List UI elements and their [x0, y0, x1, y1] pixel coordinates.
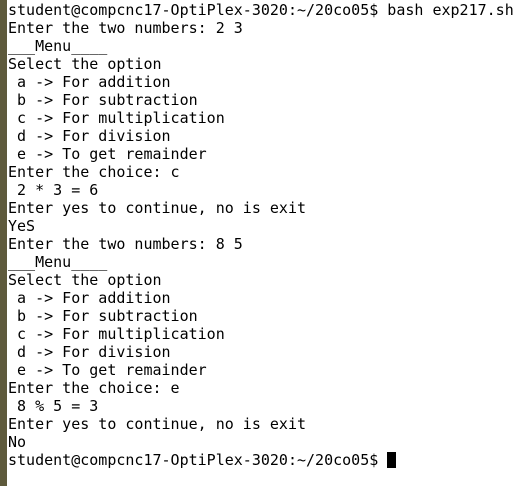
terminal-line: b -> For subtraction	[8, 91, 198, 109]
terminal-line: Enter the two numbers: 8 5	[8, 235, 243, 253]
text-cursor	[387, 452, 397, 468]
terminal-line: Enter the choice: c	[8, 163, 180, 181]
terminal-line: c -> For multiplication	[8, 109, 225, 127]
terminal-line: Enter the choice: e	[8, 379, 180, 397]
terminal-line: YeS	[8, 217, 36, 235]
terminal-line: ___Menu____	[8, 253, 108, 271]
terminal-line: d -> For division	[8, 127, 171, 145]
terminal-line: Enter the two numbers: 2 3	[8, 19, 243, 37]
terminal-line: 8 % 5 = 3	[8, 397, 99, 415]
shell-prompt: student@compcnc17-OptiPlex-3020:~/20co05…	[8, 451, 379, 469]
terminal-line: e -> To get remainder	[8, 361, 207, 379]
terminal-line: No	[8, 433, 27, 451]
terminal-line: Enter yes to continue, no is exit	[8, 199, 307, 217]
terminal-line: d -> For division	[8, 343, 171, 361]
terminal-line: 2 * 3 = 6	[8, 181, 99, 199]
terminal-line: b -> For subtraction	[8, 307, 198, 325]
terminal-line: e -> To get remainder	[8, 145, 207, 163]
terminal-line: student@compcnc17-OptiPlex-3020:~/20co05…	[8, 1, 514, 19]
terminal-line: Select the option	[8, 55, 162, 73]
terminal-line: Enter yes to continue, no is exit	[8, 415, 307, 433]
window-edge	[0, 0, 7, 486]
terminal-line: c -> For multiplication	[8, 325, 225, 343]
terminal-line: a -> For addition	[8, 73, 171, 91]
terminal-line: ___Menu____	[8, 37, 108, 55]
prompt-line[interactable]: student@compcnc17-OptiPlex-3020:~/20co05…	[8, 451, 514, 469]
terminal-output[interactable]: student@compcnc17-OptiPlex-3020:~/20co05…	[8, 1, 514, 469]
terminal-line: a -> For addition	[8, 289, 171, 307]
terminal-line: Select the option	[8, 271, 162, 289]
